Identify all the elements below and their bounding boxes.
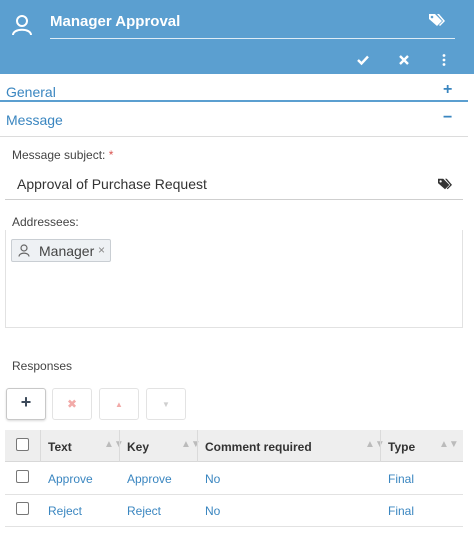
subject-underline <box>5 199 463 200</box>
cell-key[interactable]: Reject <box>127 504 161 518</box>
collapse-icon[interactable]: − <box>443 109 452 127</box>
cell-type[interactable]: Final <box>388 472 414 486</box>
subject-input[interactable]: Approval of Purchase Request <box>17 176 207 192</box>
check-icon[interactable] <box>356 53 370 67</box>
column-separator <box>380 430 381 462</box>
required-mark: * <box>108 148 114 162</box>
responses-label: Responses <box>12 359 73 373</box>
cell-text[interactable]: Reject <box>48 504 82 518</box>
row-checkbox[interactable] <box>16 470 29 483</box>
user-icon <box>18 244 30 257</box>
title-underline <box>50 38 455 39</box>
column-header-comment-required[interactable]: Comment required <box>205 440 312 454</box>
column-header-text[interactable]: Text <box>48 440 72 454</box>
sort-icon[interactable]: ▲▼ <box>104 439 124 450</box>
delete-response-button[interactable]: ✖ <box>52 388 92 420</box>
expand-icon[interactable]: + <box>443 81 452 99</box>
section-general-label: General <box>6 84 56 100</box>
column-header-key[interactable]: Key <box>127 440 149 454</box>
sort-icon[interactable]: ▲▼ <box>439 439 459 450</box>
row-divider <box>5 526 463 527</box>
column-separator <box>119 430 120 462</box>
dialog-header: Manager Approval <box>0 0 474 74</box>
section-divider <box>0 136 468 137</box>
addressee-name: Manager <box>39 243 95 259</box>
select-all-checkbox[interactable] <box>16 438 29 451</box>
section-message-label: Message <box>6 112 63 128</box>
section-message[interactable]: Message − <box>0 108 474 134</box>
cell-comment-required[interactable]: No <box>205 504 220 518</box>
more-vertical-icon[interactable] <box>437 53 451 67</box>
user-icon <box>12 15 32 36</box>
arrow-down-icon: ▼ <box>162 400 170 409</box>
move-down-button[interactable]: ▼ <box>146 388 186 420</box>
plus-icon: + <box>20 392 32 412</box>
move-up-button[interactable]: ▲ <box>99 388 139 420</box>
subject-label: Message subject: * <box>12 148 114 162</box>
cell-comment-required[interactable]: No <box>205 472 220 486</box>
remove-chip-icon[interactable]: × <box>98 243 105 257</box>
delete-icon: ✖ <box>66 397 78 411</box>
addressee-chip[interactable]: Manager × <box>11 239 111 262</box>
row-divider <box>5 494 463 495</box>
tag-icon[interactable] <box>428 12 446 28</box>
add-response-button[interactable]: + <box>6 388 46 420</box>
responses-grid-header: Text ▲▼ Key ▲▼ Comment required ▲▼ Type … <box>5 430 463 462</box>
column-separator <box>40 430 41 462</box>
cell-key[interactable]: Approve <box>127 472 172 486</box>
arrow-up-icon: ▲ <box>115 400 123 409</box>
section-divider <box>0 100 468 102</box>
column-header-type[interactable]: Type <box>388 440 415 454</box>
dialog-title[interactable]: Manager Approval <box>50 13 180 30</box>
section-general[interactable]: General + <box>0 80 474 106</box>
tag-icon[interactable] <box>437 177 453 191</box>
cell-text[interactable]: Approve <box>48 472 93 486</box>
addressees-label: Addressees: <box>12 215 79 229</box>
cell-type[interactable]: Final <box>388 504 414 518</box>
row-checkbox[interactable] <box>16 502 29 515</box>
close-icon[interactable] <box>397 53 411 67</box>
sort-icon[interactable]: ▲▼ <box>365 439 385 450</box>
column-separator <box>197 430 198 462</box>
